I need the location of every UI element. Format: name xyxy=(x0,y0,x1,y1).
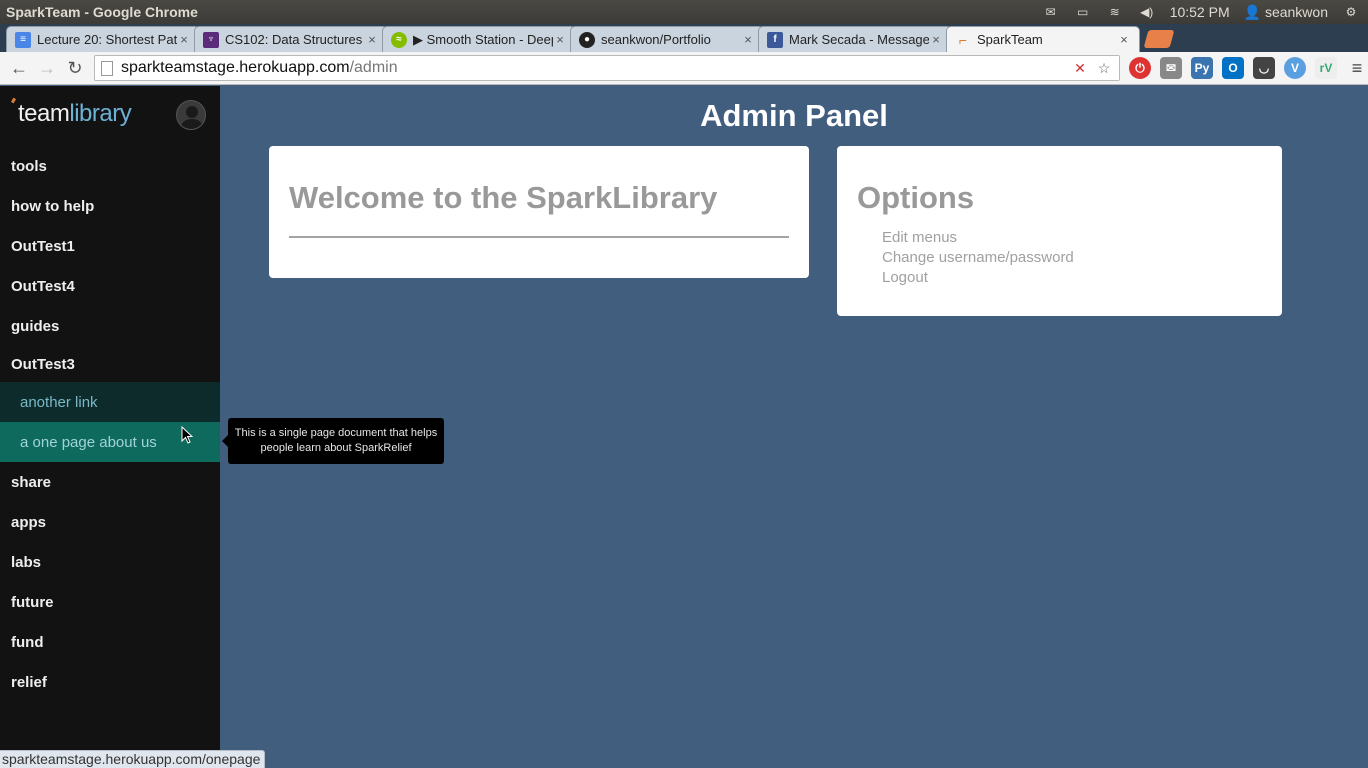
new-tab-button[interactable] xyxy=(1143,30,1175,48)
sidebar-item-outtest1[interactable]: OutTest1 xyxy=(0,226,220,266)
sidebar-item-future[interactable]: future xyxy=(0,582,220,622)
browser-tab-active[interactable]: ⌐ SparkTeam × xyxy=(946,26,1140,52)
url-path: /admin xyxy=(349,59,398,76)
sidebar-item-fund[interactable]: fund xyxy=(0,622,220,662)
options-heading: Options xyxy=(857,180,975,215)
logout-link[interactable]: Logout xyxy=(882,268,1074,288)
mail-icon[interactable]: ✉ xyxy=(1042,5,1060,19)
docs-icon: ≡ xyxy=(15,31,31,48)
vimeo-extension-icon[interactable]: V xyxy=(1284,57,1306,79)
address-bar[interactable]: sparkteamstage.herokuapp.com/admin ✕ ☆ xyxy=(94,55,1120,81)
user-menu[interactable]: 👤 seankwon xyxy=(1244,4,1328,21)
outlook-extension-icon[interactable]: O xyxy=(1222,57,1244,79)
sidebar-item-how-to-help[interactable]: how to help xyxy=(0,186,220,226)
course-icon: ♆ xyxy=(203,31,219,48)
wifi-icon[interactable]: ≋ xyxy=(1106,5,1124,19)
browser-tab[interactable]: ≡ Lecture 20: Shortest Path × xyxy=(6,26,200,52)
window-title: SparkTeam - Google Chrome xyxy=(6,4,198,20)
browser-tab[interactable]: ≈ ▶ Smooth Station - Deep × xyxy=(382,26,576,52)
spark-icon: ⌐ xyxy=(958,31,968,48)
browser-toolbar: ← → ↻ sparkteamstage.herokuapp.com/admin… xyxy=(0,52,1368,85)
browser-tab[interactable]: f Mark Secada - Messages × xyxy=(758,26,952,52)
sidebar-item-apps[interactable]: apps xyxy=(0,502,220,542)
avatar[interactable] xyxy=(176,100,206,130)
settings-gear-icon[interactable]: ⚙ xyxy=(1342,5,1360,19)
change-credentials-link[interactable]: Change username/password xyxy=(882,248,1074,268)
adblock-extension-icon[interactable]: ⏻ xyxy=(1129,57,1151,79)
reload-icon[interactable]: ↻ xyxy=(62,55,88,81)
sidebar-item-outtest4[interactable]: OutTest4 xyxy=(0,266,220,306)
status-bar-url: sparkteamstage.herokuapp.com/onepage xyxy=(0,750,266,768)
tooltip: This is a single page document that help… xyxy=(222,418,444,464)
url-host: sparkteamstage.herokuapp.com xyxy=(121,59,350,76)
close-icon[interactable]: × xyxy=(1117,32,1131,47)
page-title: Admin Panel xyxy=(700,98,888,133)
sidebar-item-outtest3[interactable]: OutTest3 xyxy=(0,346,220,382)
chrome-menu-icon[interactable]: ≡ xyxy=(1346,57,1368,79)
options-card: Options Edit menus Change username/passw… xyxy=(837,146,1282,316)
welcome-card: Welcome to the SparkLibrary xyxy=(269,146,809,278)
pocket-extension-icon[interactable]: ◡ xyxy=(1253,57,1275,79)
user-name: seankwon xyxy=(1264,3,1328,20)
edit-menus-link[interactable]: Edit menus xyxy=(882,228,1074,248)
user-icon: 👤 xyxy=(1243,3,1262,20)
forward-arrow-icon[interactable]: → xyxy=(34,55,60,81)
clock[interactable]: 10:52 PM xyxy=(1170,4,1230,20)
volume-icon[interactable]: ◀) xyxy=(1138,5,1156,19)
tab-title: Lecture 20: Shortest Path xyxy=(37,32,177,47)
cookie-blocked-icon[interactable]: ✕ xyxy=(1071,59,1089,77)
tab-title: CS102: Data Structures xyxy=(225,32,363,47)
back-arrow-icon[interactable]: ← xyxy=(6,55,32,81)
close-icon[interactable]: × xyxy=(741,32,755,47)
sidebar-item-labs[interactable]: labs xyxy=(0,542,220,582)
welcome-heading: Welcome to the SparkLibrary xyxy=(289,180,718,215)
rv-extension-icon[interactable]: rV xyxy=(1315,57,1337,79)
github-icon: ● xyxy=(579,31,595,48)
browser-tab[interactable]: ● seankwon/Portfolio × xyxy=(570,26,764,52)
close-icon[interactable]: × xyxy=(553,32,567,47)
bookmark-star-icon[interactable]: ☆ xyxy=(1095,59,1113,77)
divider xyxy=(289,236,789,238)
close-icon[interactable]: × xyxy=(929,32,943,47)
gmail-extension-icon[interactable]: ✉ xyxy=(1160,57,1182,79)
browser-tab[interactable]: ♆ CS102: Data Structures × xyxy=(194,26,388,52)
tab-title: SparkTeam xyxy=(977,32,1043,47)
facebook-icon: f xyxy=(767,31,783,48)
browser-tab-strip: ≡ Lecture 20: Shortest Path × ♆ CS102: D… xyxy=(0,24,1368,52)
spotify-icon: ≈ xyxy=(391,31,407,48)
page-icon xyxy=(101,60,113,76)
sidebar-item-relief[interactable]: relief xyxy=(0,662,220,702)
team-library-logo[interactable]: teamlibrary xyxy=(18,100,132,128)
sidebar-item-guides[interactable]: guides xyxy=(0,306,220,346)
options-list: Edit menus Change username/password Logo… xyxy=(882,228,1074,288)
tab-title: Mark Secada - Messages xyxy=(789,32,929,47)
os-top-bar: SparkTeam - Google Chrome ✉ ▭ ≋ ◀) 10:52… xyxy=(0,0,1368,24)
sidebar-item-tools[interactable]: tools xyxy=(0,146,220,186)
close-icon[interactable]: × xyxy=(177,32,191,47)
tab-title: seankwon/Portfolio xyxy=(601,32,711,47)
python-extension-icon[interactable]: Py xyxy=(1191,57,1213,79)
close-icon[interactable]: × xyxy=(365,32,379,47)
sidebar-brand: teamlibrary xyxy=(0,86,220,146)
spark-logo-mark xyxy=(10,97,17,104)
sidebar-item-share[interactable]: share xyxy=(0,462,220,502)
sidebar-subitem-another-link[interactable]: another link xyxy=(0,382,220,422)
tab-title: ▶ Smooth Station - Deep xyxy=(413,31,553,47)
battery-icon[interactable]: ▭ xyxy=(1074,5,1092,19)
